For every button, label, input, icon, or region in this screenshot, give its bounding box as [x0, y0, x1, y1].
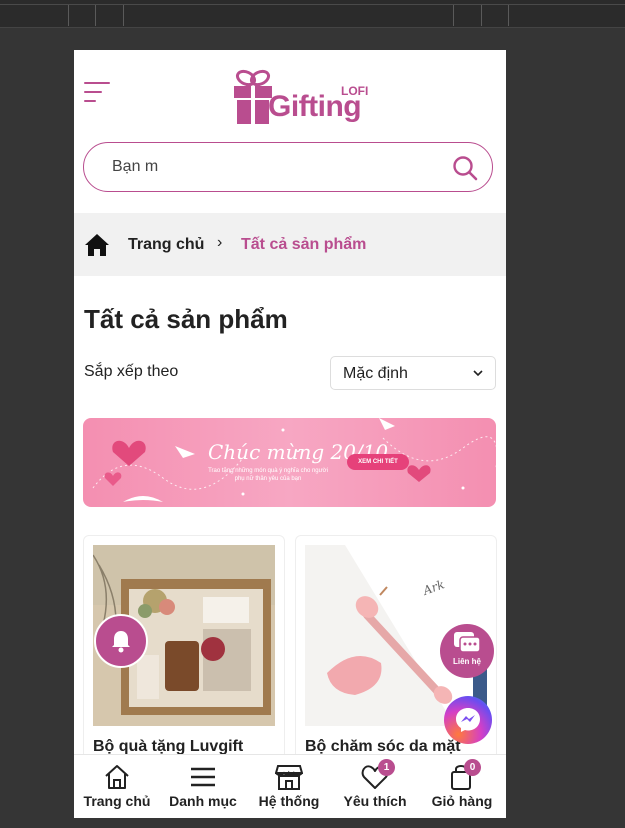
banner-subtitle: Trao tặng những món quà ý nghĩa cho ngườ… — [208, 468, 328, 482]
page-title: Tất cả sản phẩm — [84, 304, 288, 334]
nav-favorites[interactable]: 1 Yêu thích — [332, 755, 418, 818]
logo-subtext: LOFI — [341, 84, 369, 98]
banner-cta-button[interactable]: XEM CHI TIẾT — [347, 454, 409, 470]
nav-label: Danh mục — [169, 793, 237, 809]
search-input[interactable] — [110, 157, 434, 177]
chat-icon — [454, 632, 480, 653]
toolbar-line — [0, 4, 625, 5]
home-icon — [105, 765, 129, 789]
nav-label: Trang chủ — [83, 793, 151, 809]
hamburger-line — [84, 82, 110, 84]
nav-label: Yêu thích — [343, 793, 407, 809]
nav-label: Giỏ hàng — [431, 793, 493, 809]
promo-banner[interactable]: Chúc mừng 20/10 Trao tặng những món quà … — [83, 418, 496, 507]
breadcrumb-current: Tất cả sản phẩm — [241, 236, 367, 253]
nav-categories[interactable]: Danh mục — [160, 755, 246, 818]
bell-icon — [112, 631, 130, 653]
nav-stores[interactable]: Hệ thống — [246, 755, 332, 818]
search-bar — [83, 142, 493, 192]
store-icon — [275, 765, 303, 790]
breadcrumb-home-link[interactable]: Trang chủ — [128, 236, 204, 254]
messenger-icon — [456, 708, 480, 732]
toolbar-divider — [508, 5, 509, 26]
hamburger-menu-button[interactable] — [84, 82, 110, 102]
sort-label: Sắp xếp theo — [84, 363, 179, 380]
messenger-button[interactable] — [444, 696, 492, 744]
hamburger-line — [84, 100, 96, 102]
editor-toolbar — [0, 0, 625, 28]
toolbar-divider — [481, 5, 482, 26]
toolbar-divider — [453, 5, 454, 26]
toolbar-divider — [68, 5, 69, 26]
breadcrumb-separator: › — [217, 234, 223, 251]
home-icon[interactable] — [84, 233, 110, 257]
breadcrumb: Trang chủ › Tất cả sản phẩm — [74, 213, 506, 276]
menu-icon — [191, 767, 215, 787]
hamburger-line — [84, 91, 102, 93]
favorites-badge: 1 — [378, 759, 395, 776]
nav-home[interactable]: Trang chủ — [74, 755, 160, 818]
notification-button[interactable] — [94, 614, 148, 668]
contact-button[interactable]: Liên hệ — [440, 624, 494, 678]
toolbar-divider — [123, 5, 124, 26]
nav-cart[interactable]: 0 Giỏ hàng — [418, 755, 506, 818]
nav-label: Hệ thống — [258, 793, 320, 809]
toolbar-divider — [95, 5, 96, 26]
chevron-down-icon — [473, 370, 483, 377]
contact-label: Liên hệ — [452, 657, 481, 666]
search-icon[interactable] — [452, 155, 478, 181]
sort-select[interactable]: Mặc định — [330, 356, 496, 390]
bottom-navigation: Trang chủ Danh mục Hệ thống 1 Yêu thích … — [74, 754, 506, 818]
logo[interactable]: Gifting LOFI — [232, 66, 377, 128]
cart-badge: 0 — [464, 759, 481, 776]
mobile-page: Gifting LOFI Trang chủ › Tất cả sản phẩm… — [74, 50, 506, 818]
sort-selected-value: Mặc định — [343, 365, 408, 382]
